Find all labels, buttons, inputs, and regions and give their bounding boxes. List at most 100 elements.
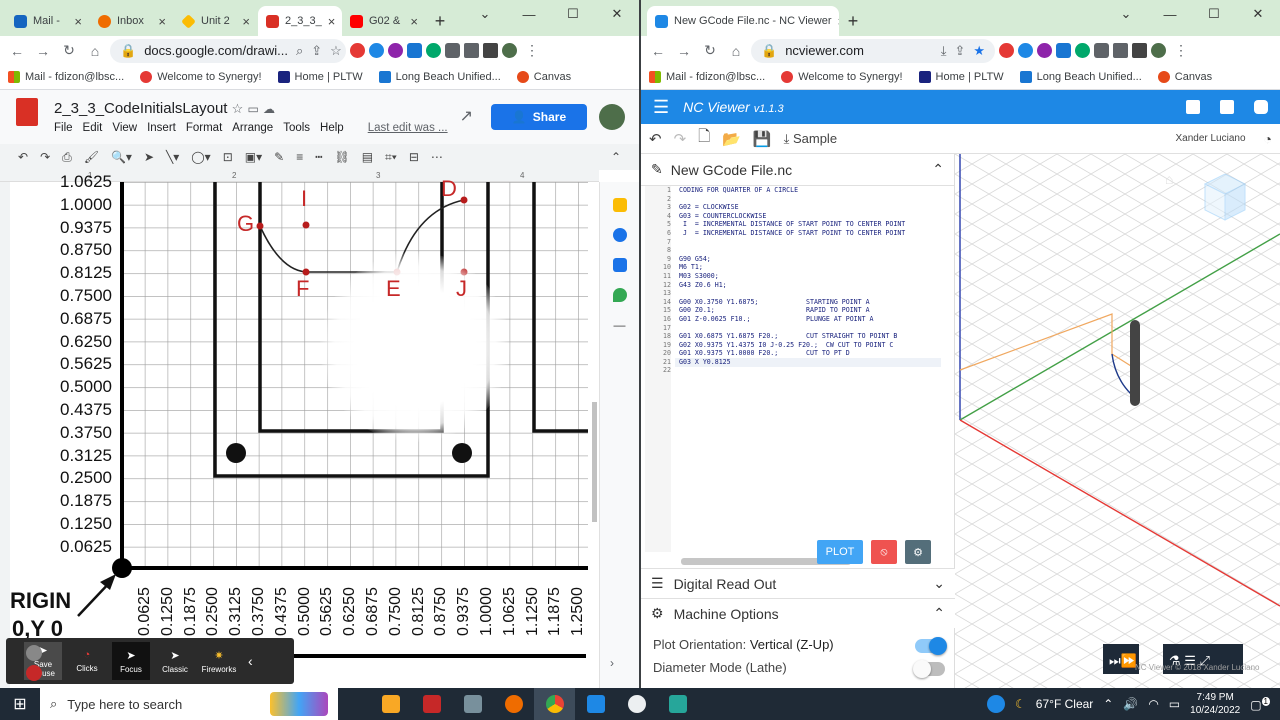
doc-title[interactable]: 2_3_3_CodeInitialsLayout ☆ ▭ ☁ [54,100,275,117]
view-cube[interactable] [1203,173,1247,221]
home-icon[interactable]: ⌂ [84,43,106,59]
facebook-icon[interactable] [1220,100,1234,114]
star-icon[interactable]: ☆ [232,101,244,116]
machine-options-section[interactable]: ⚙ Machine Options ⌃ [641,598,955,628]
extension-k-icon[interactable] [1037,43,1052,58]
sidepanel-icon[interactable] [483,43,498,58]
media-icon[interactable] [1113,43,1128,58]
line-weight-icon[interactable]: ≡ [296,150,303,164]
extension-new-icon[interactable] [1018,43,1033,58]
undo-icon[interactable]: ↶ [649,130,662,148]
avatar[interactable] [1151,43,1166,58]
bookmark-pltw[interactable]: Home | PLTW [918,71,1004,83]
chevron-up-icon[interactable]: ⌃ [932,161,944,178]
collapse-icon[interactable]: ‹ [248,653,253,669]
paint-format-icon[interactable]: 🖌 [84,150,99,164]
tab-unit2[interactable]: Unit 2 × [174,6,258,36]
stop-plot-button[interactable]: ⦸ [871,540,897,564]
undo-icon[interactable]: ↶ [18,150,28,164]
star-icon[interactable]: ☆ [330,43,342,59]
taskbar-search[interactable]: ⌕ Type here to search [40,688,338,720]
app-blue[interactable] [657,688,698,720]
code-line[interactable]: M03 S3000; [679,272,905,281]
media-icon[interactable] [464,43,479,58]
code-line[interactable]: G43 Z0.6 H1; [679,281,905,290]
close-icon[interactable]: × [158,14,166,29]
bookmark-mail[interactable]: Mail - fdizon@lbsc... [649,71,765,83]
folder-icon[interactable]: ▭ [247,102,258,116]
tab-ncviewer[interactable]: New GCode File.nc - NC Viewer× [647,6,839,36]
textbox-icon[interactable]: ⊡ [223,150,233,164]
code-line[interactable] [679,246,905,255]
new-file-icon[interactable]: 🗋 [698,126,710,151]
link-icon[interactable]: ⛓ [334,150,349,164]
maximize-button[interactable]: ☐ [551,0,595,28]
instagram-icon[interactable] [1254,100,1268,114]
new-tab-button[interactable]: + [839,6,867,36]
forward-icon[interactable]: → [673,43,695,59]
code-line[interactable] [679,195,905,204]
plot-button[interactable]: PLOT [817,540,863,564]
digital-readout-section[interactable]: ☰ Digital Read Out ⌄ [641,568,955,598]
clock[interactable]: 7:49 PM 10/24/2022 [1190,691,1240,717]
minimize-button[interactable]: — [1148,0,1192,28]
share-button[interactable]: 👤 Share [491,104,587,130]
code-line[interactable]: G01 Z-0.0625 F10.; PLUNGE AT POINT A [679,315,905,324]
notifications-icon[interactable]: ▢ 1 [1250,696,1270,712]
menu-insert[interactable]: Insert [147,122,176,134]
hamburger-menu-icon[interactable]: ☰ [653,97,669,118]
chevron-right-icon[interactable]: › [610,656,614,670]
close-icon[interactable]: × [242,14,250,29]
code-line[interactable]: I = INCREMENTAL DISTANCE OF START POINT … [679,220,905,229]
plot-orientation-toggle[interactable] [915,637,947,655]
reload-icon[interactable]: ↻ [699,42,721,59]
code-line[interactable]: G01 X0.6875 Y1.6875 F20.; CUT STRAIGHT T… [679,332,905,341]
network-icon[interactable]: ▭ [1169,697,1180,711]
app-red[interactable] [411,688,452,720]
tab-inbox[interactable]: Inbox × [90,6,174,36]
close-window-button[interactable]: ✕ [595,0,639,28]
code-line[interactable]: G01 X0.9375 Y1.0000 F20.; CUT TO PT D [679,349,905,358]
twitter-icon[interactable] [1186,100,1200,114]
avatar[interactable] [599,104,625,130]
remote-desktop-app[interactable] [575,688,616,720]
home-view-icon[interactable]: ⌂ [1165,171,1173,187]
shape-icon[interactable]: ◯▾ [191,150,210,164]
reload-icon[interactable]: ↻ [58,42,80,59]
forward-icon[interactable]: → [32,43,54,59]
tab-youtube[interactable]: G02 & × [342,6,426,36]
extension-grammarly-icon[interactable] [426,43,441,58]
code-line[interactable] [679,238,905,247]
code-line[interactable]: J = INCREMENTAL DISTANCE OF START POINT … [679,229,905,238]
sample-button[interactable]: ⤓ Sample [784,131,837,147]
settings-button[interactable]: ⚙ [905,540,931,564]
new-tab-button[interactable]: + [426,6,454,36]
code-line[interactable]: CODING FOR QUARTER OF A CIRCLE [679,186,905,195]
share-icon[interactable]: ⇪ [311,43,322,59]
open-folder-icon[interactable]: 📂 [722,130,741,148]
paint-app[interactable] [493,688,534,720]
stop-icon[interactable] [26,665,42,681]
maps-icon[interactable] [612,288,627,302]
last-edit-link[interactable]: Last edit was ... [368,122,448,134]
back-icon[interactable]: ← [6,43,28,59]
print-icon[interactable]: ⎙ [62,150,72,165]
avatar[interactable] [502,43,517,58]
comment-icon[interactable]: ▤ [362,150,373,164]
pause-icon[interactable] [26,645,42,661]
bookmark-canvas[interactable]: Canvas [1157,71,1212,83]
chevron-up-icon[interactable]: ⌃ [933,605,945,622]
focus-tool[interactable]: ➤ Focus [112,642,150,680]
line-dash-icon[interactable]: ┅ [315,150,322,164]
save-icon[interactable]: 💾 [753,130,772,148]
image-icon[interactable]: ▣▾ [245,150,262,164]
code-line[interactable]: M6 T1; [679,263,905,272]
menu-arrange[interactable]: Arrange [232,122,273,134]
3d-viewport[interactable]: ⌂ ⏭⏩ ⚗ ☰ ⤢ NC Viewer © 2018 Xander Lucia… [955,154,1280,688]
wifi-icon[interactable]: ◠ [1148,697,1158,711]
zoom-icon[interactable]: 🔍▾ [111,150,132,164]
code-line[interactable] [679,289,905,298]
code-line[interactable]: G02 = CLOCKWISE [679,203,905,212]
search-icon[interactable]: ⌕ [296,43,303,59]
file-explorer-app[interactable] [370,688,411,720]
